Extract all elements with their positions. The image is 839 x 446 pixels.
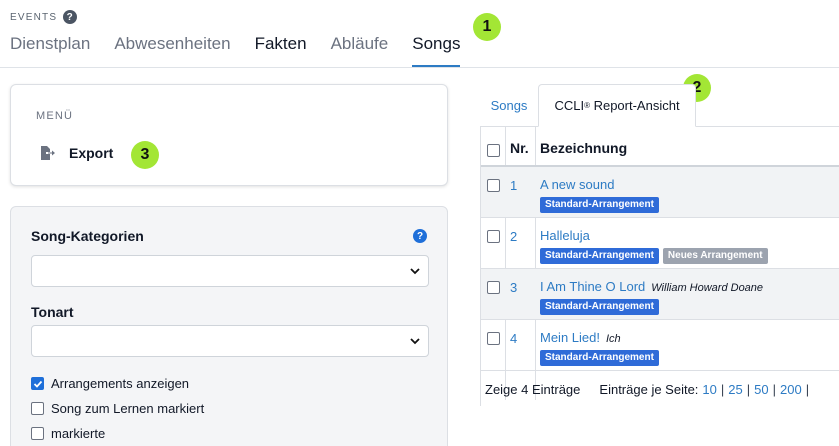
table-row: 2 Halleluja Standard-Arrangement Neues A… [481, 218, 839, 269]
table-row: 3 I Am Thine O Lord William Howard Doane… [481, 269, 839, 320]
song-title-cell: Mein Lied! Ich [540, 330, 621, 345]
row-checkbox[interactable] [487, 281, 500, 294]
arrangement-tag[interactable]: Standard-Arrangement [540, 299, 659, 315]
song-title-cell: I Am Thine O Lord William Howard Doane [540, 279, 763, 294]
tab-abwesenheiten[interactable]: Abwesenheiten [114, 32, 230, 68]
marked-checkbox[interactable] [31, 427, 44, 440]
chevron-down-icon [410, 268, 420, 275]
page-size-option[interactable]: 10 [702, 382, 716, 397]
tab-songs[interactable]: Songs [412, 32, 461, 68]
menu-title: MENÜ [36, 110, 74, 122]
export-button[interactable]: Export [39, 145, 113, 161]
song-author: Ich [605, 333, 621, 345]
learning-label: Song zum Lernen markiert [51, 401, 205, 416]
column-header-nr[interactable]: Nr. [510, 140, 529, 156]
learning-checkbox[interactable] [31, 402, 44, 415]
table-row: 1 A new sound Standard-Arrangement [481, 167, 839, 218]
row-checkbox[interactable] [487, 332, 500, 345]
separator: | [746, 381, 751, 397]
song-title-link[interactable]: Mein Lied! [540, 330, 600, 345]
show-arrangements-checkbox[interactable] [31, 377, 44, 390]
header-divider [0, 67, 839, 68]
separator: | [720, 381, 725, 397]
marked-label: markierte [51, 426, 106, 441]
songs-table: Nr. Bezeichnung 1 A new sound Standard-A… [480, 126, 839, 406]
song-title-cell: A new sound [540, 177, 620, 192]
page-size-option[interactable]: 200 [780, 382, 802, 397]
row-checkbox[interactable] [487, 179, 500, 192]
key-label: Tonart [31, 304, 74, 320]
arrangement-tag[interactable]: Standard-Arrangement [540, 197, 659, 213]
entries-count: Zeige 4 Einträge [485, 381, 581, 397]
separator: | [772, 381, 776, 397]
learning-option[interactable]: Song zum Lernen markiert [31, 401, 204, 416]
song-categories-label: Song-Kategorien [31, 228, 144, 244]
separator: | [805, 381, 810, 397]
row-number[interactable]: 2 [510, 229, 517, 244]
row-number[interactable]: 1 [510, 178, 517, 193]
marked-option[interactable]: markierte [31, 426, 105, 441]
page-size-option[interactable]: 25 [728, 382, 742, 397]
tab-dienstplan[interactable]: Dienstplan [10, 32, 90, 68]
tab-ablaeufe[interactable]: Abläufe [331, 32, 389, 68]
row-number[interactable]: 3 [510, 280, 517, 295]
chevron-down-icon [410, 338, 420, 345]
ccli-prefix: CCLI [554, 98, 585, 113]
song-title-link[interactable]: Halleluja [540, 228, 590, 243]
arrangement-tags: Standard-Arrangement [540, 197, 659, 213]
tab-fakten[interactable]: Fakten [255, 32, 307, 68]
help-icon-categories[interactable]: ? [413, 229, 427, 243]
file-export-icon [41, 146, 55, 160]
row-number[interactable]: 4 [510, 331, 517, 346]
app-root: EVENTS ? Dienstplan Abwesenheiten Fakten… [0, 0, 839, 446]
view-tab-ccli-report[interactable]: CCLI ® Report-Ansicht [538, 84, 696, 127]
table-footer: Zeige 4 Einträge Einträge je Seite: 10 |… [481, 375, 839, 403]
section-label: EVENTS ? [10, 10, 78, 24]
select-all-checkbox[interactable] [487, 144, 500, 157]
ccli-suffix: Report-Ansicht [589, 98, 680, 113]
column-header-bezeichnung[interactable]: Bezeichnung [540, 140, 627, 156]
menu-card: MENÜ Export [10, 84, 448, 186]
song-categories-select[interactable] [31, 255, 429, 287]
filter-panel: Song-Kategorien ? Tonart Arrangements an… [10, 206, 448, 446]
main-nav: Dienstplan Abwesenheiten Fakten Abläufe … [10, 32, 484, 68]
row-checkbox[interactable] [487, 230, 500, 243]
song-title-link[interactable]: I Am Thine O Lord [540, 279, 645, 294]
song-title-link[interactable]: A new sound [540, 177, 614, 192]
show-arrangements-label: Arrangements anzeigen [51, 376, 190, 391]
per-page-label: Einträge je Seite: [599, 381, 699, 397]
arrangement-tags: Standard-Arrangement [540, 350, 659, 366]
annotation-badge-3: 3 [131, 141, 159, 169]
export-label: Export [69, 145, 114, 161]
arrangement-tags: Standard-Arrangement [540, 299, 659, 315]
arrangement-tags: Standard-Arrangement Neues Arrangement [540, 248, 768, 264]
table-header: Nr. Bezeichnung [481, 126, 839, 167]
section-label-text: EVENTS [10, 11, 58, 23]
song-title-cell: Halleluja [540, 228, 596, 243]
annotation-badge-1: 1 [473, 13, 501, 41]
key-select[interactable] [31, 325, 429, 357]
song-author: William Howard Doane [651, 282, 764, 294]
table-row: 4 Mein Lied! Ich Standard-Arrangement [481, 320, 839, 371]
arrangement-tag[interactable]: Standard-Arrangement [540, 350, 659, 366]
arrangement-tag[interactable]: Standard-Arrangement [540, 248, 659, 264]
show-arrangements-option[interactable]: Arrangements anzeigen [31, 376, 189, 391]
view-tab-songs[interactable]: Songs [480, 84, 538, 126]
checkmark-icon [33, 380, 42, 388]
help-icon[interactable]: ? [63, 10, 78, 24]
arrangement-tag[interactable]: Neues Arrangement [662, 248, 768, 264]
page-size-option[interactable]: 50 [754, 382, 768, 397]
